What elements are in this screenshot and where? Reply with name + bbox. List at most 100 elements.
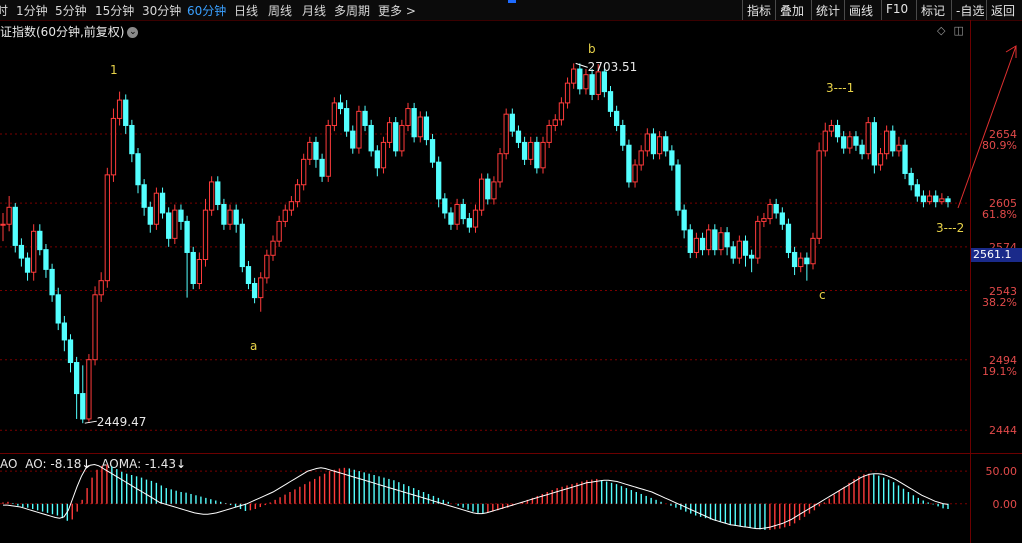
candle-body <box>681 209 687 231</box>
wave-label: b <box>588 42 596 56</box>
candle-body <box>104 174 110 282</box>
candle-body <box>939 198 945 203</box>
candle-body <box>380 141 387 169</box>
candle-body <box>55 294 61 324</box>
candle-body <box>215 181 221 205</box>
candle-body <box>221 203 227 225</box>
candle-body <box>558 102 565 121</box>
candle-body <box>86 359 92 420</box>
candle-body <box>227 209 233 225</box>
candle-body <box>577 68 583 90</box>
candle-body <box>675 164 681 211</box>
candle-body <box>736 240 743 259</box>
candle-body <box>411 108 417 138</box>
candle-body <box>454 203 460 225</box>
candle-body <box>828 124 835 132</box>
candle-body <box>319 158 325 177</box>
candle-body <box>755 220 761 259</box>
candle-body <box>166 212 172 239</box>
candle-body <box>687 229 693 253</box>
candle-body <box>436 161 442 200</box>
candle-body <box>785 223 792 253</box>
candle-body <box>669 150 675 166</box>
candle-body <box>638 150 644 166</box>
candle-body <box>601 71 608 93</box>
wave-label: c <box>819 288 826 302</box>
candle-body <box>399 124 405 152</box>
candle-body <box>190 251 196 285</box>
candle-body <box>135 153 141 186</box>
candle-body <box>258 277 264 299</box>
candle-body <box>509 113 515 132</box>
candle-body <box>871 122 878 166</box>
candle-body <box>503 113 509 155</box>
candle-body <box>123 99 129 126</box>
candle-body <box>693 237 700 253</box>
candle-body <box>620 124 626 146</box>
candle-body <box>724 232 730 248</box>
high-marker-line <box>575 62 588 68</box>
candle-body <box>202 209 209 261</box>
low-marker-line <box>84 420 97 424</box>
candle-body <box>571 68 577 84</box>
candle-body <box>460 203 466 220</box>
candle-body <box>0 223 6 226</box>
candle-body <box>896 144 902 152</box>
candle-body <box>43 249 49 270</box>
candle-body <box>798 257 804 268</box>
candle-body <box>49 268 55 296</box>
trend-arrow-line <box>957 45 1017 209</box>
candle-body <box>632 164 638 183</box>
wave-label: 3---1 <box>826 81 855 95</box>
candle-body <box>110 117 117 176</box>
wave-label: 1 <box>110 63 118 77</box>
candle-body <box>325 124 331 177</box>
candle-body <box>405 108 411 126</box>
candle-body <box>12 206 18 246</box>
candle-body <box>356 110 362 149</box>
trend-arrow-head <box>1005 45 1017 58</box>
candle-body <box>945 198 951 203</box>
candle-body <box>589 74 595 95</box>
candle-body <box>417 116 423 138</box>
candle-body <box>663 136 669 152</box>
candle-body <box>31 230 37 273</box>
candle-body <box>534 141 540 169</box>
candle-body <box>301 158 307 186</box>
candle-body <box>712 229 718 251</box>
candle-body <box>656 136 663 155</box>
candle-body <box>933 195 939 203</box>
candle-body <box>313 141 319 160</box>
candle-body <box>644 133 650 152</box>
candle-body <box>865 122 871 155</box>
candle-body <box>423 116 430 141</box>
candle-body <box>393 122 399 152</box>
candle-body <box>337 102 344 110</box>
candle-body <box>368 124 374 152</box>
candle-body <box>650 133 657 155</box>
candle-body <box>374 150 380 169</box>
candle-body <box>159 192 166 214</box>
candle-body <box>92 294 98 361</box>
candle-body <box>276 220 282 242</box>
candle-body <box>883 130 890 155</box>
candle-body <box>264 254 270 279</box>
candlestick-chart[interactable] <box>0 0 1022 543</box>
candle-body <box>294 184 301 203</box>
candle-body <box>18 244 25 259</box>
candle-body <box>141 184 147 208</box>
candle-body <box>37 230 43 251</box>
candle-body <box>748 254 755 259</box>
candle-body <box>172 209 178 239</box>
candle-body <box>178 209 184 222</box>
candle-body <box>626 144 632 183</box>
candle-body <box>73 362 80 395</box>
candle-body <box>841 136 847 149</box>
candle-body <box>208 181 215 211</box>
candle-body <box>343 108 350 132</box>
candle-body <box>288 201 295 211</box>
candle-body <box>515 130 522 143</box>
candle-body <box>67 339 74 364</box>
candle-body <box>270 240 276 256</box>
candle-body <box>583 74 589 90</box>
